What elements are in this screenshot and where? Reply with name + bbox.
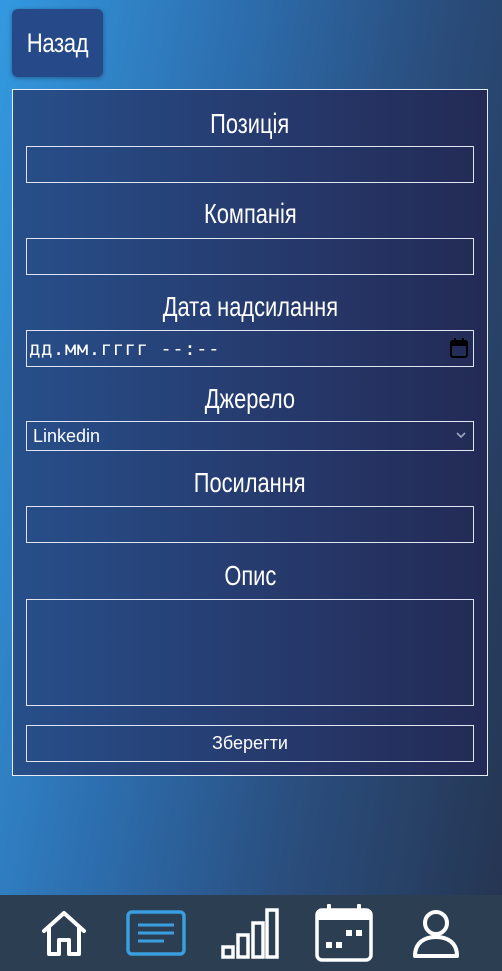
description-label: Опис: [224, 560, 276, 591]
save-button[interactable]: Зберегти: [26, 725, 474, 762]
nav-item-home[interactable]: [34, 895, 94, 971]
link-input[interactable]: [26, 506, 474, 543]
description-textarea[interactable]: [26, 599, 474, 706]
source-selected-value: Linkedin: [33, 426, 101, 446]
back-button[interactable]: Назад: [12, 9, 103, 77]
save-button-label: Зберегти: [212, 733, 288, 753]
user-icon: [413, 910, 459, 958]
bottom-navigation: [0, 895, 502, 971]
chevron-down-icon: [456, 432, 466, 439]
nav-item-calendar[interactable]: [312, 895, 376, 971]
home-icon: [42, 911, 86, 956]
company-label: Компанія: [203, 198, 297, 229]
date-placeholder: дд.мм.гггг --:--: [29, 338, 221, 360]
calendar-icon: [315, 904, 373, 962]
bar-chart-icon: [221, 908, 279, 959]
date-label: Дата надсилання: [162, 291, 338, 322]
source-label: Джерело: [204, 383, 296, 414]
nav-item-profile[interactable]: [406, 895, 466, 971]
list-icon: [126, 910, 186, 956]
link-label: Посилання: [194, 467, 306, 498]
position-label: Позиція: [210, 108, 290, 139]
back-button-label: Назад: [26, 27, 89, 58]
position-input[interactable]: [26, 146, 474, 183]
nav-item-applications[interactable]: [124, 895, 188, 971]
source-select[interactable]: Linkedin: [26, 421, 474, 451]
application-form: Позиція Компанія Дата надсилання дд.мм.г…: [12, 89, 488, 776]
company-input[interactable]: [26, 238, 474, 275]
calendar-picker-icon[interactable]: [450, 338, 468, 358]
nav-item-statistics[interactable]: [218, 895, 282, 971]
date-input[interactable]: дд.мм.гггг --:--: [26, 330, 474, 367]
